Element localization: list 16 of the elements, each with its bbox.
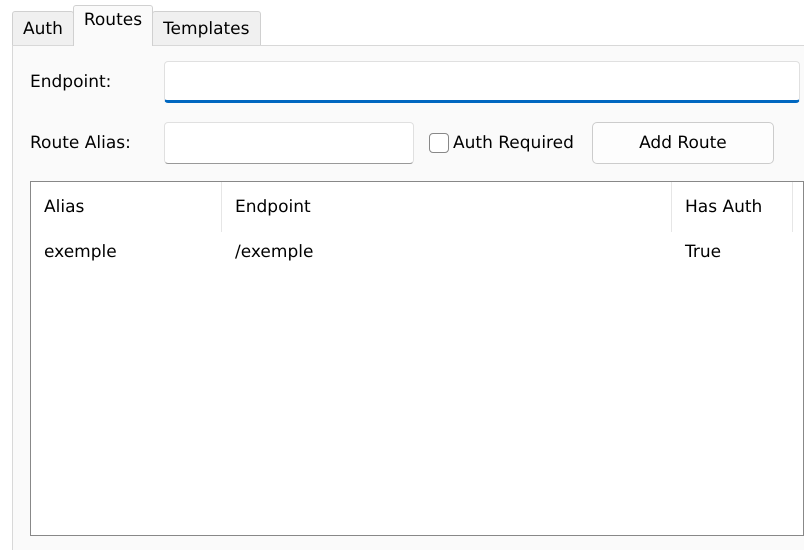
tab[interactable]: Auth (12, 11, 74, 45)
tab[interactable]: Routes (72, 5, 154, 46)
table-cell-text: exemple (43, 241, 118, 264)
column-header[interactable]: Alias (31, 182, 222, 232)
table-cell-text: /exemple (234, 241, 314, 264)
column-header[interactable]: Has Auth (672, 182, 793, 232)
endpoint-field[interactable] (164, 61, 800, 103)
column-header[interactable]: Endpoint (222, 182, 672, 232)
table-cell-text: True (684, 241, 722, 264)
tab[interactable]: Templates (152, 11, 260, 45)
alias-field[interactable] (164, 122, 414, 164)
add-route-button[interactable]: Add Route (592, 122, 774, 164)
field-label: Route Alias: (30, 133, 132, 153)
checkbox-label[interactable]: Auth Required (453, 133, 574, 153)
field-label: Endpoint: (30, 72, 112, 92)
checkbox[interactable] (429, 133, 449, 153)
